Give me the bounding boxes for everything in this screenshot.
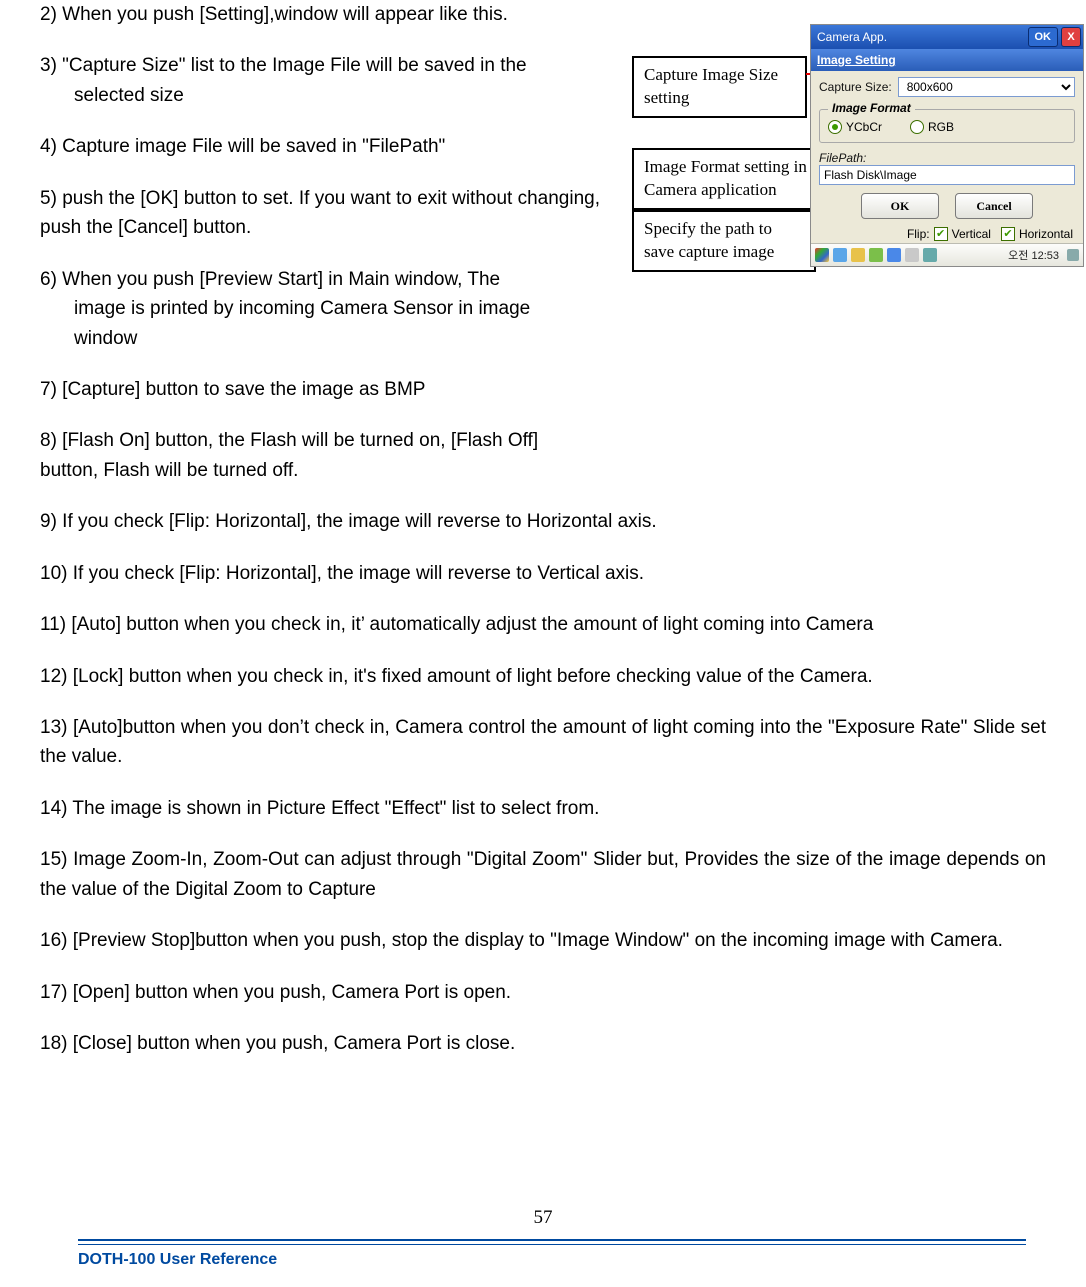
footer-rule-thin (78, 1244, 1026, 1245)
step-4: 4) Capture image File will be saved in "… (40, 132, 600, 161)
step-6-line2: image is printed by incoming Camera Sens… (40, 294, 634, 323)
flip-label: Flip: (907, 227, 930, 241)
callout-image-format: Image Format setting in Camera applicati… (632, 148, 827, 210)
window-title: Camera App. (817, 30, 887, 44)
settings-panel: Capture Size: 800x600 Image Format YCbCr… (811, 71, 1083, 243)
step-3-line2: selected size (40, 81, 634, 110)
step-7: 7) [Capture] button to save the image as… (40, 375, 600, 404)
step-16: 16) [Preview Stop]button when you push, … (40, 926, 1046, 955)
page: 2) When you push [Setting],window will a… (0, 0, 1086, 1287)
step-15: 15) Image Zoom-In, Zoom-Out can adjust t… (40, 845, 1046, 904)
flip-vertical-label: Vertical (952, 227, 991, 241)
step-17: 17) [Open] button when you push, Camera … (40, 978, 1046, 1007)
flip-horizontal-checkbox[interactable]: ✔ (1001, 227, 1015, 241)
step-14: 14) The image is shown in Picture Effect… (40, 794, 1046, 823)
cancel-button[interactable]: Cancel (955, 193, 1033, 219)
flip-vertical-checkbox[interactable]: ✔ (934, 227, 948, 241)
radio-rgb[interactable]: RGB (910, 120, 954, 134)
tray-icon[interactable] (833, 248, 847, 262)
step-2: 2) When you push [Setting],window will a… (40, 0, 600, 29)
capture-size-select[interactable]: 800x600 (898, 77, 1075, 97)
step-6-line1: 6) When you push [Preview Start] in Main… (40, 265, 600, 294)
tray-icon[interactable] (869, 248, 883, 262)
image-format-fieldset: Image Format YCbCr RGB (819, 109, 1075, 143)
step-11: 11) [Auto] button when you check in, it’… (40, 610, 1046, 639)
filepath-label: FilePath: (819, 151, 1069, 165)
step-8: 8) [Flash On] button, the Flash will be … (40, 426, 600, 485)
callout-capture-size: Capture Image Size setting (632, 56, 807, 118)
page-number: 57 (0, 1207, 1086, 1229)
step-18: 18) [Close] button when you push, Camera… (40, 1029, 1046, 1058)
footer-reference: DOTH-100 User Reference (78, 1251, 277, 1269)
start-icon[interactable] (815, 248, 829, 262)
step-12: 12) [Lock] button when you check in, it'… (40, 662, 1046, 691)
window-titlebar: Camera App. OK X (811, 25, 1083, 49)
step-3-line1: 3) "Capture Size" list to the Image File… (40, 51, 600, 80)
ok-button[interactable]: OK (861, 193, 939, 219)
radio-ycbcr-label: YCbCr (846, 120, 882, 134)
tray-icon[interactable] (905, 248, 919, 262)
callout-filepath: Specify the path to save capture image (632, 210, 816, 272)
image-format-legend: Image Format (828, 101, 915, 115)
flip-row: Flip: ✔ Vertical ✔ Horizontal (819, 227, 1075, 241)
tray-icon[interactable] (923, 248, 937, 262)
flip-horizontal-label: Horizontal (1019, 227, 1073, 241)
step-13: 13) [Auto]button when you don’t check in… (40, 713, 1046, 772)
sip-icon[interactable] (1067, 249, 1079, 261)
radio-ycbcr[interactable]: YCbCr (828, 120, 882, 134)
filepath-input[interactable] (819, 165, 1075, 185)
step-5: 5) push the [OK] button to set. If you w… (40, 184, 600, 243)
tray-icon[interactable] (887, 248, 901, 262)
camera-app-screenshot: Camera App. OK X Image Setting Capture S… (810, 24, 1084, 267)
step-9: 9) If you check [Flip: Horizontal], the … (40, 507, 1046, 536)
footer-rule (78, 1239, 1026, 1241)
window-close-button[interactable]: X (1061, 27, 1081, 47)
menu-image-setting[interactable]: Image Setting (811, 49, 1083, 71)
taskbar-clock: 오전 12:53 (1008, 247, 1059, 263)
radio-rgb-label: RGB (928, 120, 954, 134)
step-10: 10) If you check [Flip: Horizontal], the… (40, 559, 1046, 588)
taskbar: 오전 12:53 (811, 243, 1083, 266)
capture-size-label: Capture Size: (819, 80, 892, 94)
step-6-line3: window (40, 324, 634, 353)
window-ok-button[interactable]: OK (1028, 27, 1059, 47)
tray-icon[interactable] (851, 248, 865, 262)
